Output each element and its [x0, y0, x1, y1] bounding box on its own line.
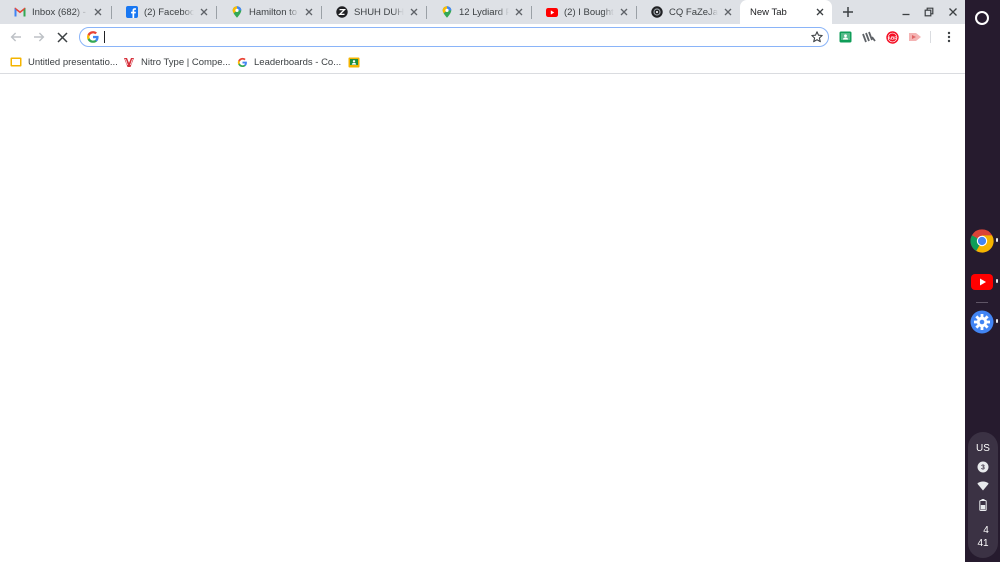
forward-button[interactable]	[29, 27, 49, 47]
running-indicator	[996, 279, 998, 283]
classroom-ext-icon[interactable]	[838, 30, 852, 44]
bookmark-label: Leaderboards - Co...	[254, 56, 342, 68]
classroom-icon	[348, 56, 360, 68]
more-vert-icon	[947, 31, 951, 43]
tab-twitter[interactable]: CQ FaZeJarvis - Twitter	[637, 0, 740, 24]
chrome-icon	[969, 228, 994, 253]
close-tab-icon[interactable]	[408, 6, 420, 18]
close-tab-icon[interactable]	[303, 6, 315, 18]
maps-pin-icon	[441, 6, 453, 18]
notification-count-icon[interactable]: 3	[977, 461, 989, 473]
youtube-icon	[546, 6, 558, 18]
facebook-icon	[126, 6, 138, 18]
address-bar[interactable]	[79, 27, 829, 47]
tab-title: New Tab	[750, 6, 787, 18]
plus-icon	[843, 7, 853, 17]
tabs-ext-icon[interactable]	[862, 30, 876, 44]
bookmark-label: Untitled presentatio...	[28, 56, 118, 68]
close-tab-icon[interactable]	[198, 6, 210, 18]
tab-title: (2) I Bought a New Car - YouTube	[564, 6, 614, 18]
arrow-right-icon	[34, 32, 45, 42]
notification-count: 3	[981, 464, 985, 471]
text-caret	[104, 31, 105, 43]
browser-window: Inbox (682) - jamesmanchester4@gmail.com…	[0, 0, 965, 562]
restore-icon	[924, 7, 934, 17]
running-indicator	[996, 319, 998, 323]
wifi-icon	[977, 480, 989, 492]
page-content	[0, 75, 965, 562]
tab-gmail[interactable]: Inbox (682) - jamesmanchester4@gmail.com…	[0, 0, 110, 24]
tab-title: SHUH DUH FUH CUH	[354, 6, 404, 18]
bookmark-leaderboards[interactable]: Leaderboards - Co...	[236, 55, 341, 69]
close-tab-icon[interactable]	[722, 6, 734, 18]
tab-strip: Inbox (682) - jamesmanchester4@gmail.com…	[0, 0, 965, 24]
faze-icon	[651, 6, 663, 18]
settings-icon	[970, 310, 993, 333]
clock-minute: 41	[977, 538, 989, 549]
zedge-icon	[336, 6, 348, 18]
tab-title: (2) Facebook Home	[144, 6, 194, 18]
bookmarks-bar: Untitled presentatio... Nitro Type | Com…	[0, 50, 965, 74]
bookmark-label: Nitro Type | Compe...	[141, 56, 231, 68]
chrome-menu-button[interactable]	[939, 27, 959, 47]
tab-facebook[interactable]: (2) Facebook Home	[112, 0, 216, 24]
clock-hour: 4	[983, 525, 989, 536]
tab-new-tab[interactable]: New Tab	[740, 0, 832, 24]
ime-indicator[interactable]: US	[968, 443, 998, 454]
star-icon[interactable]	[810, 30, 824, 44]
bookmark-nitro-type[interactable]: Nitro Type | Compe...	[123, 55, 230, 69]
tab-title: 12 Lydiard Place - Google Maps	[459, 6, 509, 18]
tab-title: Inbox (682) - jamesmanchester4@gmail.com…	[32, 6, 88, 18]
new-tab-button[interactable]	[838, 2, 858, 22]
battery-icon	[977, 499, 989, 511]
tab-title: Hamilton to Toronto - Google Maps	[249, 6, 299, 18]
arrow-left-icon	[10, 32, 21, 42]
tab-title: CQ FaZeJarvis - Twitter	[669, 6, 718, 18]
tab-maps-hamilton[interactable]: Hamilton to Toronto - Google Maps	[217, 0, 321, 24]
close-tab-icon[interactable]	[814, 6, 826, 18]
close-icon	[949, 8, 957, 16]
address-input[interactable]	[104, 29, 794, 44]
running-indicator	[996, 238, 998, 242]
back-button[interactable]	[6, 27, 26, 47]
shelf-app-settings[interactable]	[969, 309, 994, 334]
tab-youtube[interactable]: (2) I Bought a New Car - YouTube	[532, 0, 636, 24]
restore-button[interactable]	[917, 0, 941, 24]
nitro-type-icon	[123, 56, 135, 68]
slides-icon	[10, 56, 22, 68]
google-icon	[236, 56, 248, 68]
close-tab-icon[interactable]	[618, 6, 630, 18]
minimize-icon	[902, 13, 910, 16]
tab-zedge[interactable]: SHUH DUH FUH CUH	[322, 0, 426, 24]
maps-pin-icon	[231, 6, 243, 18]
close-tab-icon[interactable]	[92, 6, 104, 18]
adblock-ext-icon[interactable]: ABP	[885, 30, 899, 44]
shelf-separator	[976, 302, 988, 303]
bookmark-untitled-presentation[interactable]: Untitled presentatio...	[10, 55, 118, 69]
svg-text:ABP: ABP	[887, 35, 897, 40]
close-tab-icon[interactable]	[513, 6, 525, 18]
stop-loading-button[interactable]	[52, 27, 72, 47]
shelf-app-youtube[interactable]	[969, 269, 994, 294]
close-icon	[56, 31, 68, 43]
youtube-icon	[970, 273, 993, 290]
google-icon	[86, 30, 100, 44]
close-window-button[interactable]	[941, 0, 965, 24]
screencast-ext-icon[interactable]	[908, 30, 922, 44]
gmail-icon	[14, 6, 26, 18]
minimize-button[interactable]	[894, 0, 918, 24]
toolbar-divider	[930, 31, 931, 43]
tab-maps-lydiard[interactable]: 12 Lydiard Place - Google Maps	[427, 0, 531, 24]
launcher-button[interactable]	[975, 11, 989, 25]
shelf-app-chrome[interactable]	[969, 228, 994, 253]
bookmark-classroom[interactable]	[348, 55, 366, 69]
